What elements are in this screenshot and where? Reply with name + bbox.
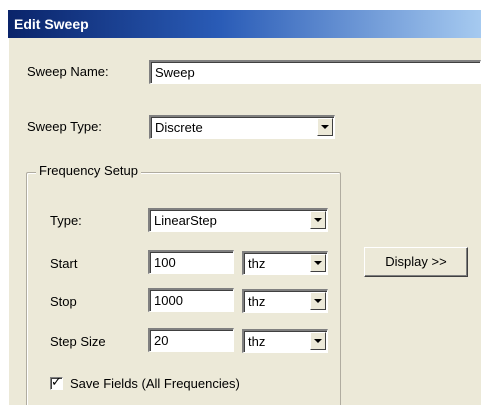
- start-label: Start: [50, 256, 78, 271]
- step-size-label: Step Size: [50, 334, 106, 349]
- stop-label: Stop: [50, 294, 77, 309]
- start-unit-dropdown-button[interactable]: [310, 254, 326, 272]
- dialog-title-bar: Edit Sweep: [8, 10, 481, 38]
- stop-input[interactable]: 1000: [148, 288, 234, 312]
- stop-unit-value: thz: [248, 294, 266, 309]
- sweep-type-dropdown-button[interactable]: [317, 118, 333, 136]
- stop-unit-select[interactable]: thz: [242, 289, 328, 313]
- type-label: Type:: [50, 213, 82, 228]
- type-value: LinearStep: [154, 213, 217, 228]
- step-size-input[interactable]: 20: [148, 328, 234, 352]
- sweep-type-value: Discrete: [155, 120, 203, 135]
- display-button-label: Display >>: [385, 254, 447, 269]
- start-unit-select[interactable]: thz: [242, 251, 328, 275]
- sweep-name-input[interactable]: Sweep: [149, 60, 481, 84]
- frequency-setup-title: Frequency Setup: [36, 163, 142, 178]
- chevron-down-icon: [321, 125, 329, 129]
- chevron-down-icon: [314, 261, 322, 265]
- sweep-name-label: Sweep Name:: [27, 64, 109, 79]
- step-size-unit-select[interactable]: thz: [242, 329, 328, 353]
- chevron-down-icon: [314, 339, 322, 343]
- start-input[interactable]: 100: [148, 250, 234, 274]
- dialog-title: Edit Sweep: [14, 16, 89, 32]
- save-fields-checkbox[interactable]: ✓: [50, 374, 63, 390]
- step-size-unit-dropdown-button[interactable]: [310, 332, 326, 350]
- stop-unit-dropdown-button[interactable]: [310, 292, 326, 310]
- chevron-down-icon: [314, 299, 322, 303]
- checkmark-icon: ✓: [51, 374, 62, 389]
- display-button[interactable]: Display >>: [364, 247, 468, 277]
- save-fields-label[interactable]: Save Fields (All Frequencies): [70, 376, 240, 391]
- start-unit-value: thz: [248, 256, 266, 271]
- step-size-unit-value: thz: [248, 334, 266, 349]
- sweep-type-label: Sweep Type:: [27, 119, 102, 134]
- type-select[interactable]: LinearStep: [148, 208, 328, 232]
- sweep-type-select[interactable]: Discrete: [149, 115, 335, 139]
- type-dropdown-button[interactable]: [310, 211, 326, 229]
- chevron-down-icon: [314, 218, 322, 222]
